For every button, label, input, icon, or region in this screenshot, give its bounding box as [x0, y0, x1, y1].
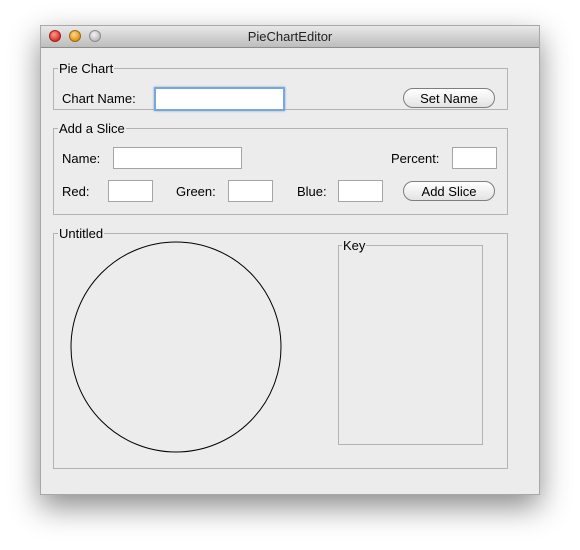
pie-chart-group-legend: Pie Chart — [59, 61, 114, 76]
window-title: PieChartEditor — [247, 29, 333, 44]
add-slice-button[interactable]: Add Slice — [403, 181, 495, 201]
pie-chart-canvas — [70, 241, 282, 453]
pie-outline — [70, 241, 282, 453]
chart-name-label: Chart Name: — [62, 91, 136, 106]
app-window: PieChartEditor Pie Chart Chart Name: Set… — [40, 25, 540, 495]
set-name-button[interactable]: Set Name — [403, 88, 495, 108]
slice-name-input[interactable] — [113, 147, 242, 169]
key-legend: Key — [343, 238, 366, 253]
percent-input[interactable] — [452, 147, 497, 169]
green-input[interactable] — [228, 180, 273, 202]
green-label: Green: — [176, 184, 216, 199]
chart-name-input[interactable] — [154, 87, 285, 111]
percent-label: Percent: — [391, 151, 440, 166]
red-label: Red: — [62, 184, 90, 199]
slice-name-label: Name: — [62, 151, 101, 166]
blue-input[interactable] — [338, 180, 383, 202]
blue-label: Blue: — [297, 184, 327, 199]
title-bar[interactable]: PieChartEditor — [41, 26, 539, 48]
red-input[interactable] — [108, 180, 153, 202]
chart-group-legend: Untitled — [59, 226, 104, 241]
add-slice-group-legend: Add a Slice — [59, 121, 125, 136]
key-panel: Key — [338, 238, 483, 445]
